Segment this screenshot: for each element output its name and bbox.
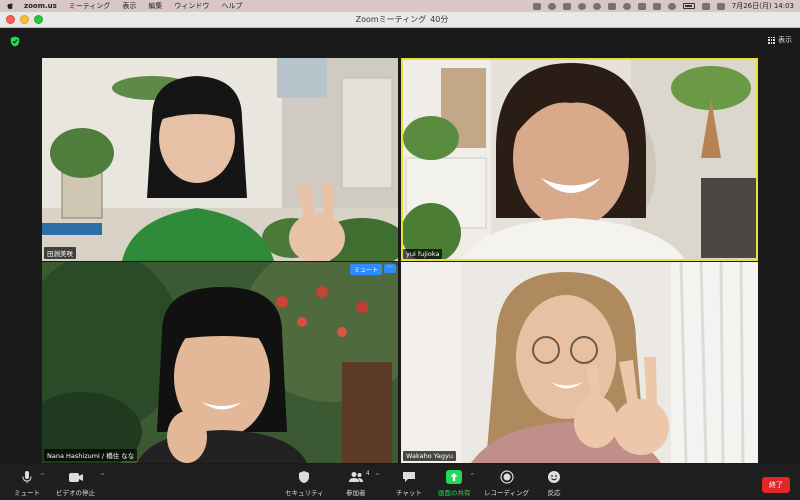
grid-view-icon [768, 36, 775, 44]
chat-bubble-icon [401, 470, 417, 484]
menu-help[interactable]: ヘルプ [221, 1, 242, 11]
meeting-title: Zoomミーティング [355, 15, 427, 24]
video-tile-participant-2[interactable]: yui fujioka [401, 58, 758, 261]
stop-video-label: ビデオの停止 [56, 489, 95, 497]
record-label: レコーディング [484, 489, 530, 497]
macos-menubar: zoom.us ミーティング 表示 編集 ウィンドウ ヘルプ 7月26日(月) … [0, 0, 800, 12]
apple-menu-icon[interactable] [6, 2, 14, 10]
minimize-window-button[interactable] [20, 15, 29, 24]
tray-icon-1[interactable] [532, 2, 541, 10]
bluetooth-icon[interactable] [637, 2, 646, 10]
play-icon[interactable] [622, 2, 631, 10]
security-toolbar-button[interactable]: セキュリティ [285, 470, 324, 497]
chat-toolbar-button[interactable]: チャット [396, 470, 422, 497]
window-title: Zoomミーティング 40分 [0, 14, 800, 25]
fullscreen-window-button[interactable] [34, 15, 43, 24]
share-screen-label: 画面の共有 [438, 489, 471, 497]
share-options-caret-icon[interactable]: ^ [470, 473, 475, 480]
reactions-toolbar-button[interactable]: 反応 [546, 470, 562, 497]
wifi-icon[interactable] [667, 2, 676, 10]
chat-label: チャット [396, 489, 422, 497]
participant-name-label: Wakaho Yagyu [403, 451, 456, 461]
menu-window[interactable]: ウィンドウ [174, 1, 209, 11]
video-camera-icon [68, 470, 84, 484]
stop-video-toolbar-button[interactable]: ビデオの停止 [56, 470, 95, 497]
tray-icon-2[interactable] [547, 2, 556, 10]
line-icon[interactable] [607, 2, 616, 10]
record-icon [499, 470, 515, 484]
control-center-icon[interactable] [716, 2, 725, 10]
window-titlebar: Zoomミーティング 40分 [0, 12, 800, 28]
share-screen-icon [446, 470, 463, 484]
meeting-elapsed: 40分 [430, 15, 449, 24]
participants-toolbar-button[interactable]: 4 参加者 [346, 470, 370, 497]
tile-mute-button[interactable]: ミュート [349, 264, 382, 275]
menu-meeting[interactable]: ミーティング [69, 1, 111, 11]
close-window-button[interactable] [6, 15, 15, 24]
participant-2-video [401, 58, 758, 261]
video-tile-participant-4[interactable]: Wakaho Yagyu [401, 262, 758, 463]
tile-more-options-button[interactable]: ··· [384, 264, 396, 273]
meeting-toolbar: ミュート ^ ビデオの停止 ^ セキュリティ 4 参加者 ^ チャット 画面の共… [0, 465, 800, 500]
volume-icon[interactable] [652, 2, 661, 10]
participants-label: 参加者 [346, 489, 366, 497]
view-button[interactable]: 表示 [768, 35, 792, 45]
security-label: セキュリティ [285, 489, 324, 497]
video-options-caret-icon[interactable]: ^ [100, 473, 105, 480]
participant-4-video [401, 262, 758, 463]
meeting-topbar: 表示 [0, 28, 800, 56]
mute-toolbar-button[interactable]: ミュート [14, 470, 40, 497]
share-screen-toolbar-button[interactable]: 画面の共有 [438, 470, 471, 497]
end-meeting-button[interactable]: 終了 [762, 477, 790, 493]
reaction-emoji-icon [546, 470, 562, 484]
menu-zoom-us[interactable]: zoom.us [24, 2, 57, 10]
menu-view[interactable]: 表示 [122, 1, 136, 11]
dropbox-icon[interactable] [562, 2, 571, 10]
microphone-icon [19, 470, 35, 484]
participant-name-label: 田淵美咲 [44, 247, 76, 259]
battery-icon[interactable] [682, 3, 695, 9]
video-tile-participant-3[interactable]: ミュート ··· Nana Hashizumi / 橋住 なな [42, 262, 398, 463]
participant-name-label: Nana Hashizumi / 橋住 なな [44, 449, 138, 461]
record-toolbar-button[interactable]: レコーディング [484, 470, 529, 497]
menubar-clock[interactable]: 7月26日(月) 14:03 [732, 1, 794, 11]
participant-3-video [42, 262, 398, 463]
participant-1-video [42, 58, 398, 261]
participants-options-caret-icon[interactable]: ^ [375, 473, 380, 480]
tray-icon-4[interactable] [592, 2, 601, 10]
encryption-shield-icon[interactable] [10, 36, 20, 47]
audio-options-caret-icon[interactable]: ^ [40, 473, 45, 480]
participant-name-label: yui fujioka [403, 249, 443, 259]
security-shield-icon [296, 470, 312, 484]
view-button-label: 表示 [778, 36, 792, 44]
search-icon[interactable] [701, 2, 710, 10]
video-tile-participant-1[interactable]: 田淵美咲 [42, 58, 398, 261]
participants-icon: 4 [348, 470, 370, 484]
participant-count: 4 [365, 470, 370, 477]
tray-icon-3[interactable] [577, 2, 586, 10]
menu-edit[interactable]: 編集 [148, 1, 162, 11]
mute-label: ミュート [14, 489, 40, 497]
reactions-label: 反応 [547, 489, 561, 497]
